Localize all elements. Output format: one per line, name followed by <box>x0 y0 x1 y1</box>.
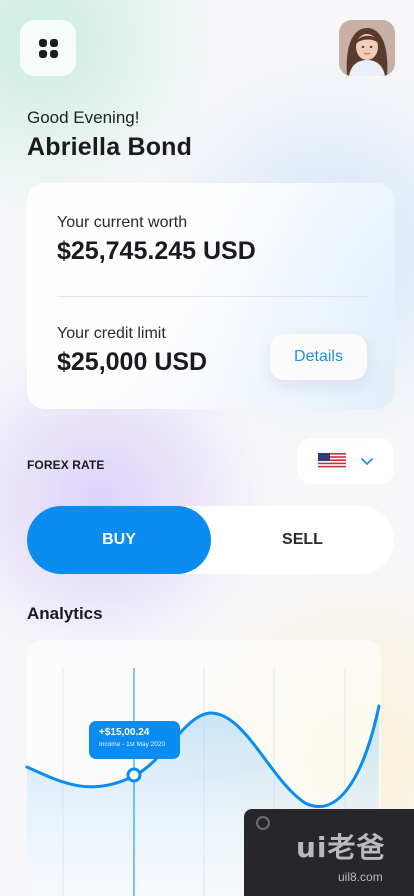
details-button[interactable]: Details <box>270 334 367 380</box>
credit-value: $25,000 USD <box>57 348 208 376</box>
menu-button[interactable] <box>20 20 76 76</box>
card-divider <box>57 296 368 297</box>
tooltip-value: +$15,00.24 <box>99 727 150 738</box>
watermark-text: ui老爸 <box>296 831 386 864</box>
sell-button[interactable]: SELL <box>211 506 394 574</box>
greeting-text: Good Evening! <box>27 108 140 127</box>
worth-label: Your current worth <box>57 214 188 231</box>
currency-dropdown[interactable] <box>297 438 394 484</box>
chart-tooltip: +$15,00.24 Income - 1st May 2020 <box>89 721 180 759</box>
profile-photo <box>339 20 395 76</box>
buy-button[interactable]: BUY <box>27 506 211 574</box>
analytics-title: Analytics <box>27 604 103 623</box>
user-name: Abriella Bond <box>27 133 193 161</box>
us-flag-icon <box>317 453 346 469</box>
grid-menu-icon <box>38 38 58 58</box>
credit-label: Your credit limit <box>57 325 166 342</box>
worth-value: $25,745.245 USD <box>57 237 256 265</box>
chevron-down-icon <box>360 458 373 465</box>
tooltip-subtitle: Income - 1st May 2020 <box>99 741 166 748</box>
avatar[interactable] <box>339 20 395 76</box>
forex-rate-label: FOREX RATE <box>27 458 105 472</box>
watermark-ring-icon <box>256 816 270 830</box>
chart-point <box>126 767 142 783</box>
watermark-url: uil8.com <box>338 870 383 884</box>
